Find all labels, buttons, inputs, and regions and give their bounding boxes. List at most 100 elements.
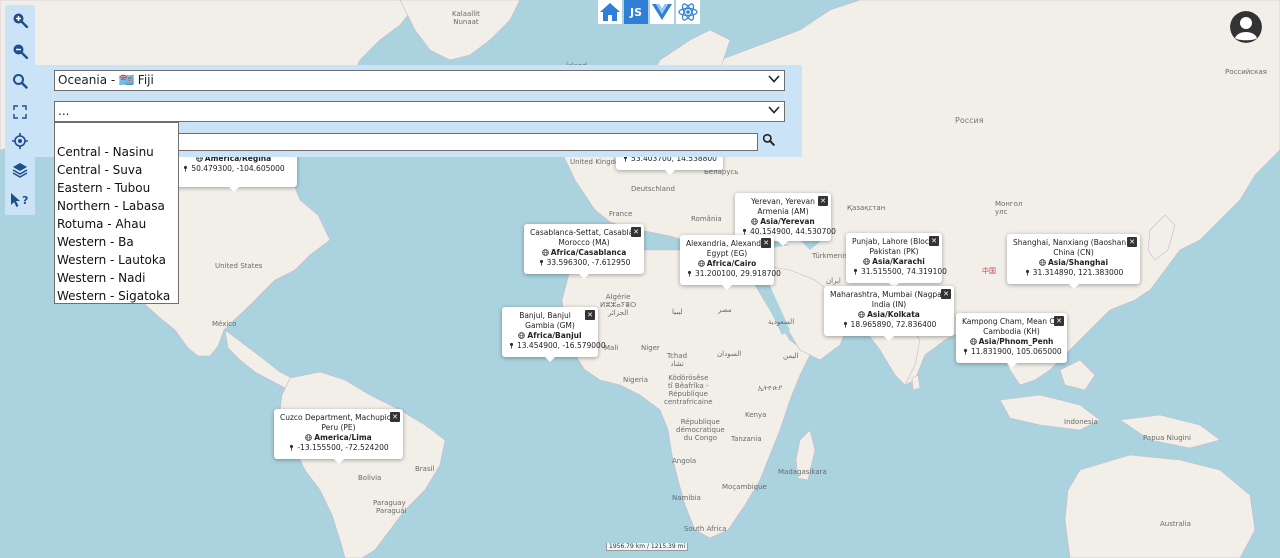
close-icon[interactable]: ✕: [390, 412, 400, 422]
label-tanzania: Tanzania: [731, 435, 762, 443]
label-mocambique: Moçambique: [722, 483, 767, 491]
pin-icon: [686, 270, 693, 277]
search-button[interactable]: [760, 133, 776, 151]
popup-title: Casablanca-Settat, Casablanca: [530, 228, 638, 237]
close-icon[interactable]: ✕: [818, 196, 828, 206]
close-icon[interactable]: ✕: [1127, 237, 1137, 247]
close-icon[interactable]: ✕: [1054, 316, 1064, 326]
globe-icon: [858, 311, 865, 318]
vue-icon[interactable]: [650, 0, 674, 24]
popup-country: Gambia (GM): [525, 321, 575, 330]
locate-icon[interactable]: [8, 129, 32, 153]
popup-casablanca[interactable]: ✕ Casablanca-Settat, Casablanca Morocco …: [524, 224, 644, 279]
label-kenya: Kenya: [745, 411, 767, 419]
popup-tz: Asia/Kolkata: [867, 310, 920, 319]
popup-title: Kampong Cham, Mean Ch: [962, 317, 1060, 326]
label-libya: ليبيا: [672, 308, 683, 316]
label-paraguay: Paraguay: [373, 499, 406, 507]
close-icon[interactable]: ✕: [761, 238, 771, 248]
popup-tz: Africa/Banjul: [527, 331, 582, 340]
popup-title: Maharashtra, Mumbai (Nagpa: [830, 290, 942, 299]
popup-coords: 50.479300, -104.605000: [191, 164, 285, 173]
popup-country: Pakistan (PK): [869, 247, 919, 256]
globe-icon: [1039, 259, 1046, 266]
close-icon[interactable]: ✕: [631, 227, 641, 237]
globe-icon: [697, 260, 705, 267]
subregion-select-value: ...: [58, 104, 70, 118]
popup-shanghai[interactable]: ✕ Shanghai, Nanxiang (Baoshan C China (C…: [1007, 234, 1140, 289]
popup-coords: -13.155500, -72.524200: [297, 443, 389, 452]
globe-icon: [751, 218, 759, 225]
region-select[interactable]: Oceania - 🇫🇯 Fiji: [54, 70, 785, 91]
popup-title: Punjab, Lahore (Block: [852, 237, 934, 246]
pin-icon: [842, 321, 849, 328]
zoom-out-icon[interactable]: [8, 39, 32, 63]
close-icon[interactable]: ✕: [585, 310, 595, 320]
map-scale: 1956.79 km / 1215.39 mi: [606, 543, 689, 551]
popup-title: Alexandria, Alexandria: [686, 239, 768, 248]
popup-country: China (CN): [1053, 248, 1094, 257]
search-icon[interactable]: [8, 69, 32, 93]
popup-alexandria[interactable]: ✕ Alexandria, Alexandria Egypt (EG) Afri…: [680, 235, 781, 290]
popup-mumbai[interactable]: ✕ Maharashtra, Mumbai (Nagpa India (IN) …: [824, 286, 954, 341]
globe-icon: [518, 332, 526, 339]
dropdown-option[interactable]: Northern - Labasa: [55, 197, 178, 215]
dropdown-option[interactable]: Western - Nadi: [55, 269, 178, 287]
dropdown-option[interactable]: Western - Sigatoka: [55, 287, 178, 305]
popup-coords: 31.515500, 74.319100: [861, 267, 947, 276]
popup-kampong[interactable]: ✕ Kampong Cham, Mean Ch Cambodia (KH) As…: [956, 313, 1067, 368]
react-icon[interactable]: [676, 0, 700, 24]
close-icon[interactable]: ✕: [941, 289, 951, 299]
subregion-select[interactable]: ...: [54, 101, 785, 122]
popup-lahore[interactable]: ✕ Punjab, Lahore (Block Pakistan (PK) As…: [846, 233, 947, 288]
pin-icon: [962, 348, 969, 355]
popup-tz: Asia/Shanghai: [1047, 258, 1109, 267]
dropdown-option[interactable]: Central - Nasinu: [55, 143, 178, 161]
map-toolbar: ?: [5, 5, 35, 215]
label-indonesia: Indonesia: [1064, 418, 1098, 426]
label-australia: Australia: [1160, 520, 1191, 528]
popup-tz: Asia/Karachi: [872, 257, 925, 266]
dropdown-option[interactable]: Eastern - Tubou: [55, 179, 178, 197]
globe-icon: [305, 434, 313, 441]
label-russia-2: Российская: [1225, 68, 1267, 76]
label-south-africa: South Africa: [684, 525, 727, 533]
search-icon: [762, 133, 775, 151]
layers-icon[interactable]: [8, 158, 32, 182]
chevron-down-icon: [767, 72, 781, 92]
top-icon-bar: JS: [598, 0, 700, 24]
popup-title: Cuzco Department, Machupicch: [280, 413, 397, 422]
popup-tz: Asia/Yerevan: [760, 217, 815, 226]
popup-tz: Asia/Phnom_Penh: [978, 337, 1054, 346]
dropdown-option[interactable]: Western - Lautoka: [55, 251, 178, 269]
label-usa: United States: [215, 262, 263, 270]
popup-cuzco[interactable]: ✕ Cuzco Department, Machupicch Peru (PE)…: [274, 409, 403, 464]
dropdown-option[interactable]: Central - Suva: [55, 161, 178, 179]
fullscreen-icon[interactable]: [8, 100, 32, 124]
svg-text:?: ?: [22, 194, 28, 207]
pin-icon: [182, 165, 189, 172]
label-nigeria: Nigeria: [623, 376, 649, 384]
label-brasil: Brasil: [415, 465, 435, 473]
javascript-icon[interactable]: JS: [624, 0, 648, 24]
label-russia: Россия: [955, 116, 984, 125]
search-input[interactable]: [178, 133, 758, 151]
home-icon[interactable]: [598, 0, 622, 24]
label-sudan: السودان: [717, 350, 742, 358]
label-mali: Mali: [604, 344, 619, 352]
popup-banjul[interactable]: ✕ Banjul, Banjul Gambia (GM) Africa/Banj…: [502, 307, 606, 362]
dropdown-option[interactable]: Rotuma - Ahau: [55, 215, 178, 233]
dropdown-option[interactable]: Western - Ba: [55, 233, 178, 251]
popup-yerevan[interactable]: ✕ Yerevan, Yerevan Armenia (AM) Asia/Yer…: [735, 193, 836, 246]
pointer-help-icon[interactable]: ?: [8, 188, 32, 212]
popup-coords: 33.596300, -7.612950: [546, 258, 631, 267]
user-avatar-icon[interactable]: [1230, 11, 1262, 43]
label-namibia: Namibia: [672, 494, 701, 502]
zoom-in-icon[interactable]: [8, 8, 32, 32]
pin-icon: [1024, 269, 1031, 276]
label-car: Ködörösêse tî Bêafrîka - République cent…: [664, 374, 713, 406]
label-egypt: مصر: [718, 306, 732, 314]
pin-icon: [538, 259, 545, 266]
close-icon[interactable]: ✕: [929, 236, 939, 246]
pin-icon: [288, 444, 295, 451]
